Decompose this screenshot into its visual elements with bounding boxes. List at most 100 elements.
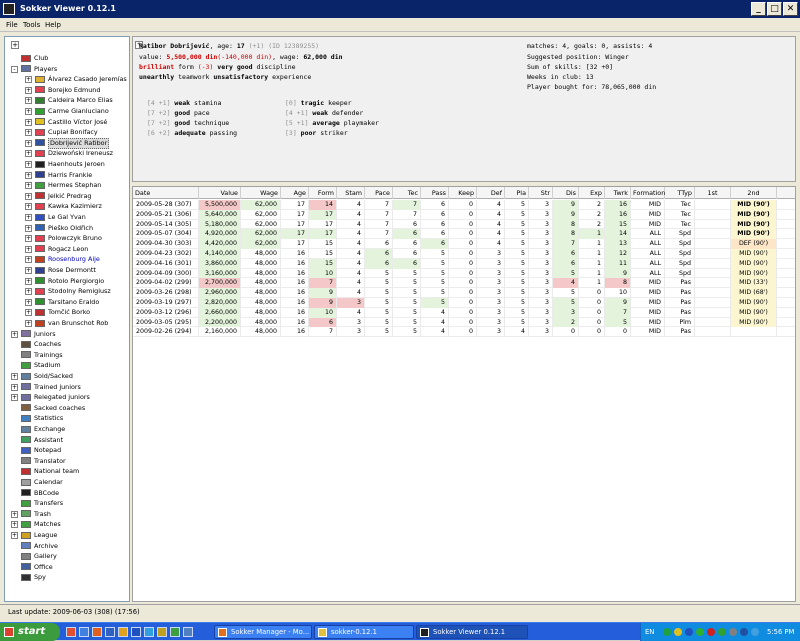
expand-icon[interactable]: +: [25, 224, 32, 232]
menu-help[interactable]: Help: [45, 19, 61, 31]
column-header[interactable]: Age: [281, 187, 309, 199]
table-row[interactable]: 2009-02-26 (294) 2,160,000 48,000 16 7 3 5 5 4 0 3…: [133, 327, 795, 338]
tree-item-coaches[interactable]: Coaches: [5, 339, 129, 350]
column-header[interactable]: Date: [133, 187, 199, 199]
menu-file[interactable]: File: [6, 19, 18, 31]
expand-icon[interactable]: +: [25, 118, 32, 126]
tree-item-transfers[interactable]: Transfers: [5, 498, 129, 509]
tree-item-player[interactable]: + Castillo Víctor José: [5, 117, 129, 128]
column-header[interactable]: Keep: [449, 187, 477, 199]
expand-icon[interactable]: +: [25, 150, 32, 158]
quick-launch-icon[interactable]: [157, 627, 167, 637]
tree-item-player[interactable]: + Rogacz Leon: [5, 244, 129, 255]
tree-item-players[interactable]: - Players: [5, 64, 129, 75]
tree-item-player[interactable]: + Hermes Stephan: [5, 180, 129, 191]
expand-icon[interactable]: +: [25, 320, 32, 327]
tree-item-player[interactable]: + Kawka Kazimierz: [5, 201, 129, 212]
tree-item-assistant[interactable]: Assistant: [5, 435, 129, 446]
tray-icon[interactable]: [696, 628, 704, 636]
tree-item-sacked-coaches[interactable]: Sacked coaches: [5, 403, 129, 414]
quick-launch-icon[interactable]: [118, 627, 128, 637]
expand-icon[interactable]: +: [25, 288, 32, 296]
expand-icon[interactable]: +: [25, 97, 32, 105]
tree-item-juniors[interactable]: + Juniors: [5, 329, 129, 340]
column-header[interactable]: 2nd: [731, 187, 777, 199]
tree-item-exchange[interactable]: Exchange: [5, 424, 129, 435]
tree-item-player[interactable]: + Carme Gianluciano: [5, 106, 129, 117]
expand-icon[interactable]: +: [25, 129, 32, 137]
tree-item-matches[interactable]: + Matches: [5, 519, 129, 530]
taskbar-button[interactable]: Sokker Manager - Mo...: [214, 625, 312, 639]
quick-launch-icon[interactable]: [105, 627, 115, 637]
history-table[interactable]: Date Value Wage Age Form Stam Pace Tec Pass Keep D…: [132, 186, 796, 602]
column-header[interactable]: Pla: [505, 187, 529, 199]
tree-item-player[interactable]: + van Brunschot Rob: [5, 318, 129, 329]
tree-item-calendar[interactable]: Calendar: [5, 477, 129, 488]
table-row[interactable]: 2009-04-23 (302) 4,140,000 48,000 16 15 4 6 6 5 0…: [133, 249, 795, 259]
table-row[interactable]: 2009-04-02 (299) 2,700,000 48,000 16 7 4 5 5 5 0 3…: [133, 278, 795, 289]
minimize-button[interactable]: _: [751, 2, 766, 16]
tree-item-player[interactable]: + Tomčić Borko: [5, 307, 129, 318]
quick-launch-icon[interactable]: [170, 627, 180, 637]
expand-icon[interactable]: +: [25, 171, 32, 179]
expand-icon[interactable]: +: [25, 309, 32, 317]
expand-icon[interactable]: +: [25, 192, 32, 200]
expand-icon[interactable]: +: [25, 161, 32, 168]
expand-icon[interactable]: +: [25, 182, 32, 190]
quick-launch-icon[interactable]: [144, 627, 154, 637]
language-indicator[interactable]: EN: [645, 623, 654, 641]
table-row[interactable]: 2009-03-19 (297) 2,820,000 48,000 16 9 3 5 5 5 0 3…: [133, 298, 795, 308]
column-header[interactable]: Pass: [421, 187, 449, 199]
tray-icon[interactable]: [663, 628, 671, 636]
expand-icon[interactable]: +: [11, 383, 18, 391]
tree-item-player[interactable]: + Pieško Oldřich: [5, 223, 129, 234]
expand-icon[interactable]: +: [11, 330, 18, 338]
expand-icon[interactable]: +: [25, 245, 32, 253]
expand-icon[interactable]: +: [25, 214, 32, 221]
expand-icon[interactable]: +: [25, 235, 32, 243]
tree-item-club[interactable]: Club: [5, 53, 129, 64]
expand-icon[interactable]: +: [25, 86, 32, 94]
tree-item-national-team[interactable]: National team: [5, 466, 129, 477]
tree-item-spy[interactable]: Spy: [5, 572, 129, 583]
quick-launch-icon[interactable]: [131, 627, 141, 637]
expand-icon[interactable]: +: [25, 298, 32, 306]
tray-icon[interactable]: [685, 628, 693, 636]
tree-item-player[interactable]: + Stodolny Remigiusz: [5, 286, 129, 297]
tray-icon[interactable]: [751, 628, 759, 636]
quick-launch-icon[interactable]: [79, 627, 89, 637]
expand-icon[interactable]: +: [11, 373, 18, 380]
tree-item-bbcode[interactable]: BBCode: [5, 488, 129, 499]
expand-icon[interactable]: +: [25, 203, 32, 211]
table-row[interactable]: 2009-05-21 (306) 5,640,000 62,000 17 17 4 7 7 6 0…: [133, 209, 795, 220]
table-row[interactable]: 2009-03-05 (295) 2,200,000 48,000 16 6 3 5 5 4 0 3…: [133, 317, 795, 328]
tree-item-gallery[interactable]: Gallery: [5, 551, 129, 562]
column-header[interactable]: Tec: [393, 187, 421, 199]
expand-icon[interactable]: +: [25, 267, 32, 274]
column-header[interactable]: Def: [477, 187, 505, 199]
collapse-icon[interactable]: -: [11, 65, 18, 73]
tree-item-player[interactable]: + Caldeira Marco Elias: [5, 95, 129, 106]
tree-item-player[interactable]: + Rotolo Piergiorgio: [5, 276, 129, 287]
expand-toggle-button[interactable]: +: [11, 41, 19, 49]
taskbar-button[interactable]: Sokker Viewer 0.12.1: [416, 625, 528, 639]
expand-icon[interactable]: +: [25, 256, 32, 264]
column-header[interactable]: Stam: [337, 187, 365, 199]
quick-launch-icon[interactable]: [92, 627, 102, 637]
table-row[interactable]: 2009-04-30 (303) 4,420,000 62,000 17 15 4 6 6 6 0…: [133, 239, 795, 249]
expand-icon[interactable]: +: [11, 532, 18, 539]
tree-item-trainings[interactable]: Trainings: [5, 350, 129, 361]
tree-item-player[interactable]: + Álvarez Casado Jeremías: [5, 74, 129, 85]
column-header[interactable]: Pace: [365, 187, 393, 199]
expand-icon[interactable]: +: [25, 76, 32, 84]
navigation-tree[interactable]: + Club - Players + Álvarez Casado Jeremías + B…: [4, 36, 130, 602]
tree-item-player[interactable]: + Dobrijević Ratibor: [5, 138, 129, 150]
start-button[interactable]: start: [0, 623, 60, 641]
expand-icon[interactable]: +: [25, 139, 32, 147]
tree-item-player[interactable]: + Jelkić Predrag: [5, 191, 129, 202]
tree-item-stadium[interactable]: Stadium: [5, 360, 129, 371]
column-header[interactable]: Exp: [579, 187, 605, 199]
tree-item-league[interactable]: + League: [5, 530, 129, 541]
table-row[interactable]: 2009-05-28 (307) 5,500,000 62,000 17 14 4 7 7 6 0…: [133, 200, 795, 210]
tree-item-player[interactable]: + Borejko Edmund: [5, 85, 129, 96]
